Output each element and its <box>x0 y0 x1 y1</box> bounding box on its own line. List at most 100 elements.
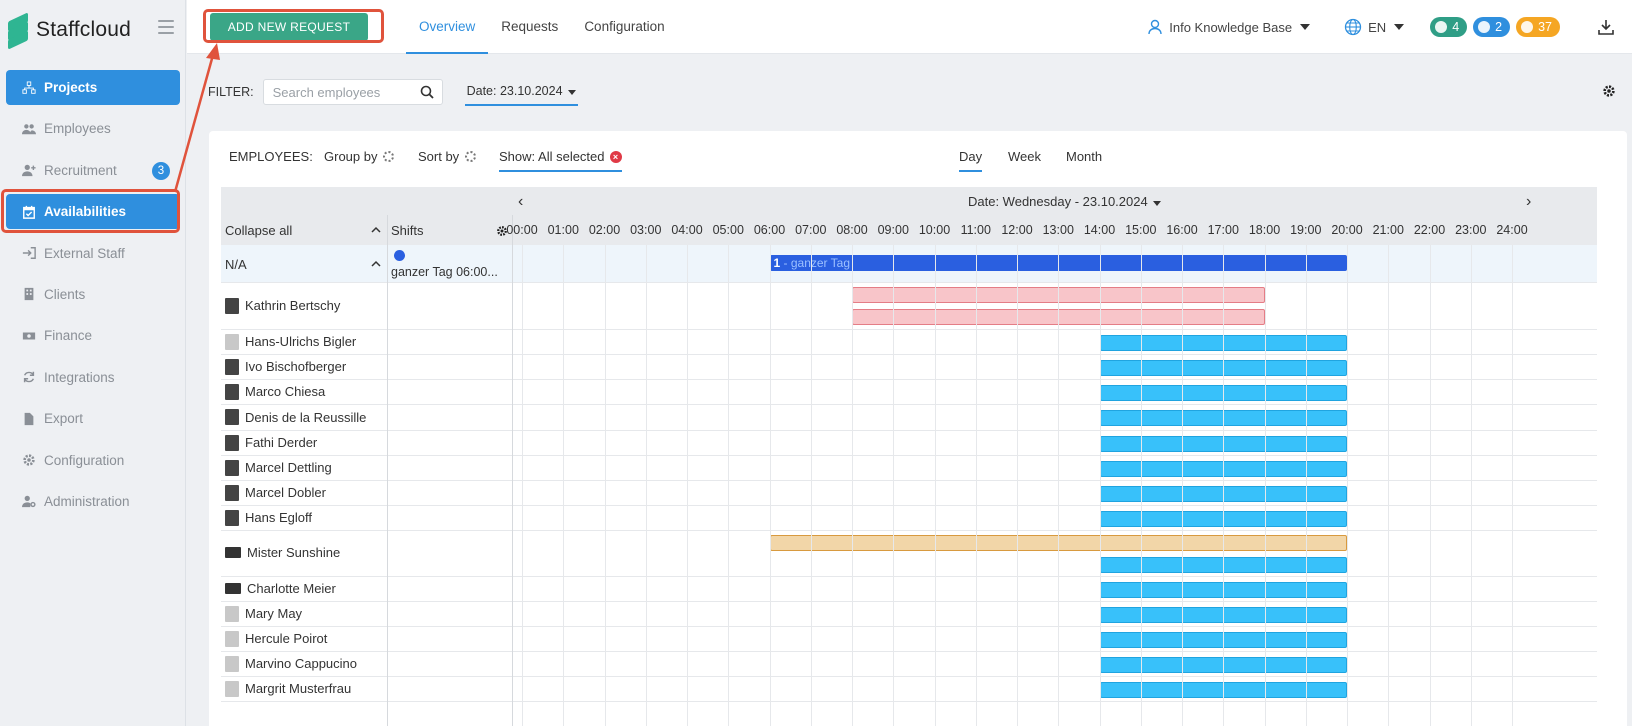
employee-row[interactable]: Charlotte Meier <box>221 577 1597 602</box>
employee-name-cell[interactable]: Hans Egloff <box>225 509 312 526</box>
employee-name-cell[interactable]: Mary May <box>225 605 302 622</box>
hour-gridline <box>604 245 606 726</box>
employee-name-cell[interactable]: Ivo Bischofberger <box>225 358 346 375</box>
employee-name-cell[interactable]: Hercule Poirot <box>225 630 328 647</box>
tab-configuration[interactable]: Configuration <box>571 0 677 54</box>
employee-name-cell[interactable]: Marco Chiesa <box>225 383 325 400</box>
language-select[interactable]: EN <box>1344 18 1405 36</box>
sidebar-item-clients[interactable]: Clients <box>6 277 180 312</box>
employee-name: Kathrin Bertschy <box>245 298 341 313</box>
view-tab-week[interactable]: Week <box>1008 149 1041 170</box>
group-by-control[interactable]: Group by <box>324 149 395 164</box>
employee-row[interactable]: Hans-Ulrichs Bigler <box>221 330 1597 355</box>
employee-name-cell[interactable]: Charlotte Meier <box>225 581 336 596</box>
next-day-icon[interactable]: › <box>1526 193 1531 211</box>
employee-row[interactable]: Ivo Bischofberger <box>221 355 1597 380</box>
view-tab-month[interactable]: Month <box>1066 149 1102 170</box>
employee-name-cell[interactable]: Kathrin Bertschy <box>225 297 341 314</box>
user-menu[interactable]: Info Knowledge Base <box>1147 19 1311 35</box>
employee-row[interactable]: Marvino Cappucino <box>221 652 1597 677</box>
employee-name-cell[interactable]: Marcel Dettling <box>225 459 332 476</box>
employee-row[interactable]: Mary May <box>221 602 1597 627</box>
employee-row[interactable]: Margrit Musterfrau <box>221 677 1597 702</box>
hour-gridline <box>934 245 936 726</box>
employee-row[interactable]: Denis de la Reussille <box>221 405 1597 431</box>
sidebar-item-label: Configuration <box>44 452 125 468</box>
date-filter-dropdown[interactable]: Date: 23.10.2024 <box>464 78 578 106</box>
employee-row[interactable]: Mister Sunshine <box>221 531 1597 577</box>
messages-badge[interactable]: 4 <box>1430 17 1468 37</box>
sort-by-label: Sort by <box>418 149 460 164</box>
date-filter-value: Date: 23.10.2024 <box>466 84 563 98</box>
avatar <box>225 680 239 697</box>
employee-row[interactable]: Hercule Poirot <box>221 627 1597 652</box>
sidebar-item-recruitment[interactable]: Recruitment 3 <box>6 153 180 188</box>
shift-dot-icon <box>394 250 405 261</box>
sidebar-item-finance[interactable]: Finance <box>6 318 180 353</box>
sidebar-item-integrations[interactable]: Integrations <box>6 360 180 395</box>
hour-gridline <box>1470 245 1472 726</box>
employee-name-cell[interactable]: Hans-Ulrichs Bigler <box>225 333 356 350</box>
employee-row[interactable]: Marcel Dettling <box>221 456 1597 481</box>
sidebar-item-label: Recruitment <box>44 162 117 178</box>
show-filter[interactable]: Show: All selected × <box>499 149 622 172</box>
employee-name-cell[interactable]: Marcel Dobler <box>225 484 326 501</box>
filter-label: FILTER: <box>208 85 254 99</box>
group-row-na[interactable]: N/A ganzer Tag 06:00... 1 - ganzer Tag <box>221 245 1597 283</box>
search-input[interactable] <box>263 80 414 104</box>
employee-row[interactable]: Marcel Dobler <box>221 481 1597 506</box>
employee-name: Marcel Dettling <box>245 460 332 475</box>
download-icon[interactable] <box>1596 17 1616 37</box>
employee-name-cell[interactable]: Margrit Musterfrau <box>225 680 351 697</box>
sidebar-item-export[interactable]: Export <box>6 401 180 436</box>
timeline-date-dropdown[interactable]: Date: Wednesday - 23.10.2024 <box>968 194 1161 209</box>
employee-name-cell[interactable]: Denis de la Reussille <box>225 409 366 425</box>
shifts-header: Shifts <box>391 223 424 238</box>
date-caret-icon <box>567 90 576 95</box>
clear-filter-icon[interactable]: × <box>609 150 622 163</box>
chevron-up-icon[interactable] <box>371 260 381 267</box>
employee-name-cell[interactable]: Marvino Cappucino <box>225 655 357 672</box>
employee-name: Marcel Dobler <box>245 485 326 500</box>
tab-requests[interactable]: Requests <box>488 0 571 54</box>
settings-gear-icon[interactable] <box>1602 84 1616 98</box>
employee-name-cell[interactable]: Mister Sunshine <box>225 545 340 560</box>
employee-row[interactable]: Marco Chiesa <box>221 380 1597 405</box>
collapse-all-toggle[interactable]: Collapse all <box>225 223 292 238</box>
employee-name: Mister Sunshine <box>247 545 341 560</box>
sidebar-item-administration[interactable]: Administration <box>6 484 180 519</box>
add-new-request-button[interactable]: ADD NEW REQUEST <box>210 13 368 41</box>
group-label: N/A <box>225 257 247 272</box>
chevron-up-icon[interactable] <box>371 226 381 233</box>
prev-day-icon[interactable]: ‹ <box>518 193 523 211</box>
employee-row[interactable]: Fathi Derder <box>221 431 1597 456</box>
notifications-badge[interactable]: 2 <box>1473 17 1511 37</box>
sidebar-item-projects[interactable]: Projects <box>6 70 180 105</box>
avatar <box>225 582 241 594</box>
employee-name-cell[interactable]: Fathi Derder <box>225 434 317 451</box>
sidebar-item-availabilities[interactable]: Availabilities <box>6 194 180 230</box>
employee-name: Hercule Poirot <box>245 631 328 646</box>
sidebar-item-label: Export <box>44 411 84 427</box>
sidebar-item-configuration[interactable]: Configuration <box>6 443 180 478</box>
hour-label: 01:00 <box>547 223 579 237</box>
tab-overview[interactable]: Overview <box>406 0 489 54</box>
pending-badge[interactable]: 37 <box>1516 17 1560 37</box>
view-tab-day[interactable]: Day <box>959 149 983 172</box>
column-divider <box>387 245 388 726</box>
hour-gridline <box>1140 245 1142 726</box>
employee-row[interactable]: Hans Egloff <box>221 506 1597 531</box>
sidebar-item-employees[interactable]: Employees <box>6 111 180 146</box>
menu-toggle-icon[interactable] <box>158 20 174 34</box>
messages-count: 4 <box>1452 20 1460 34</box>
sort-by-control[interactable]: Sort by <box>418 149 477 164</box>
search-box <box>262 79 443 105</box>
search-icon[interactable] <box>420 85 434 99</box>
sidebar-item-external-staff[interactable]: External Staff <box>6 236 180 271</box>
app-logo[interactable]: Staffcloud <box>8 12 131 50</box>
employee-row[interactable]: Kathrin Bertschy <box>221 283 1597 330</box>
hour-label: 22:00 <box>1413 223 1446 237</box>
hour-label: 21:00 <box>1372 223 1404 237</box>
group-by-label: Group by <box>324 149 378 164</box>
hour-label: 16:00 <box>1166 223 1198 237</box>
